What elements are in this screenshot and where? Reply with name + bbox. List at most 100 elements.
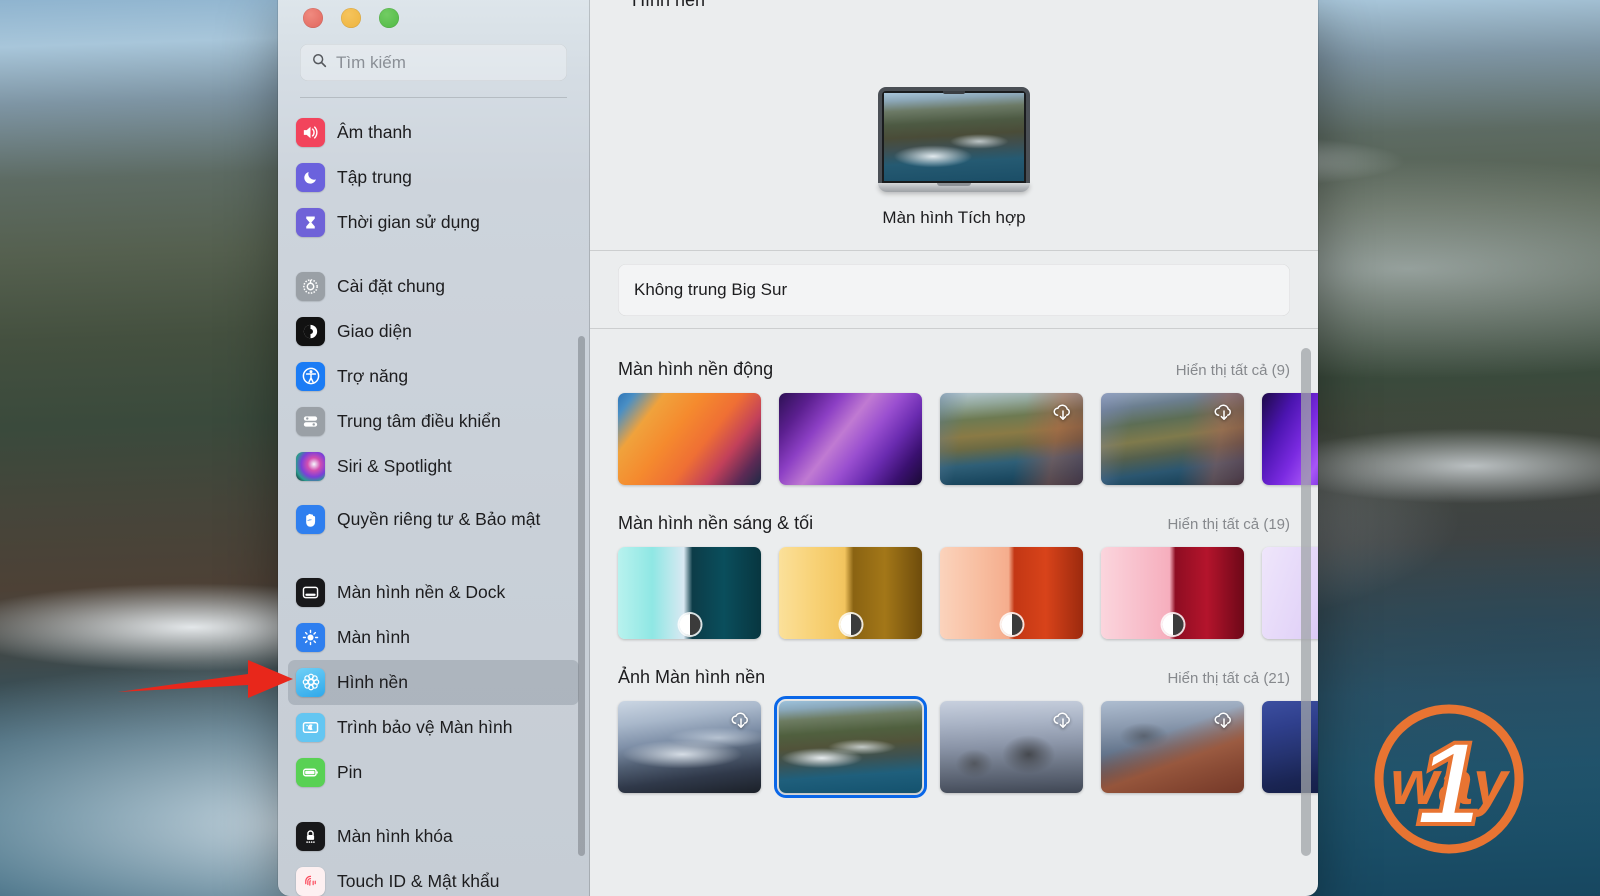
hourglass-icon [296,207,325,237]
download-cloud-icon[interactable] [1051,400,1075,424]
sidebar-item-man-hinh-nen-dock[interactable]: Màn hình nền & Dock [288,570,579,615]
laptop-screen-wallpaper [884,93,1024,181]
wallpaper-thumbnail[interactable] [618,547,761,639]
wallpaper-thumbnail[interactable] [1101,547,1244,639]
sidebar-item-label: Thời gian sử dụng [337,211,480,232]
sidebar-item-label: Trình bảo vệ Màn hình [337,716,513,737]
sidebar-item-label: Giao diện [337,320,412,341]
section-title: Màn hình nền sáng & tối [618,513,814,533]
sidebar-item-label: Touch ID & Mật khẩu [337,870,500,891]
wallpaper-thumbnail[interactable] [779,393,922,485]
gear-icon [296,271,325,301]
thumbnail-row [618,547,1318,639]
section-header: Màn hình nền sáng & tối Hiển thị tất cả … [618,513,1318,534]
sidebar-item-man-hinh-khoa[interactable]: Màn hình khóa [288,814,579,859]
wallpaper-thumbnail[interactable] [618,701,761,793]
laptop-preview[interactable] [878,87,1030,192]
wallpaper-section-photos: Ảnh Màn hình nền Hiển thị tất cả (21) [590,667,1318,798]
download-cloud-icon[interactable] [1051,708,1075,732]
sidebar-item-hinh-nen[interactable]: Hình nền [288,659,579,705]
zoom-button[interactable] [379,8,399,28]
sidebar-item-trung-tam-dieu-khien[interactable]: Trung tâm điều khiển [288,399,579,444]
sidebar-item-tap-trung[interactable]: Tập trung [288,155,579,200]
sidebar-search: Tìm kiếm [278,28,589,98]
wallpaper-thumbnail[interactable] [940,393,1083,485]
wallpaper-thumbnail[interactable] [940,547,1083,639]
download-cloud-icon[interactable] [1212,400,1236,424]
touchid-icon [296,866,325,896]
search-input[interactable]: Tìm kiếm [300,44,567,81]
sidebar-item-cai-dat-chung[interactable]: Cài đặt chung [288,264,579,309]
sidebar-item-pin[interactable]: Pin [288,750,579,795]
sidebar-item-label: Tập trung [337,166,412,187]
sidebar-item-tro-nang[interactable]: Trợ năng [288,354,579,399]
display-name-label: Màn hình Tích hợp [882,208,1026,227]
wallpaper-gallery: Màn hình nền động Hiển thị tất cả (9) Mà… [590,329,1318,896]
wallpaper-icon [296,667,325,697]
sidebar-item-siri-spotlight[interactable]: Siri & Spotlight [288,444,579,489]
close-button[interactable] [303,8,323,28]
sidebar-item-thoi-gian-su-dung[interactable]: Thời gian sử dụng [288,200,579,245]
sidebar-item-label: Trợ năng [337,365,409,386]
wallpaper-thumbnail-selected[interactable] [774,696,927,798]
screensaver-icon [296,712,325,742]
minimize-button[interactable] [341,8,361,28]
desktop-dock-icon [296,577,325,607]
wallpaper-thumbnail[interactable] [618,393,761,485]
sidebar-item-label: Màn hình khóa [337,825,453,846]
battery-icon [296,757,325,787]
moon-icon [296,162,325,192]
download-cloud-icon[interactable] [1212,708,1236,732]
sidebar-item-label: Màn hình [337,626,410,647]
sidebar-item-man-hinh[interactable]: Màn hình [288,615,579,660]
wallpaper-thumbnail[interactable] [1101,393,1244,485]
lock-screen-icon [296,821,325,851]
sidebar: Tìm kiếm Âm thanh Tập trung Thời gian sử… [278,0,590,896]
display-preview-area: Màn hình Tích hợp [590,0,1318,251]
download-cloud-icon[interactable] [729,708,753,732]
search-icon [312,53,327,73]
light-dark-badge-icon [679,614,700,635]
laptop-screen [878,87,1030,183]
sidebar-item-label: Trung tâm điều khiển [337,410,501,431]
sidebar-item-label: Âm thanh [337,121,412,142]
sidebar-item-label: Màn hình nền & Dock [337,581,506,602]
accessibility-icon [296,361,325,391]
sidebar-item-touch-id[interactable]: Touch ID & Mật khẩu [288,859,579,896]
wallpaper-thumbnail[interactable] [1101,701,1244,793]
sidebar-item-trinh-bao-ve-man-hinh[interactable]: Trình bảo vệ Màn hình [288,705,579,750]
light-dark-badge-icon [1162,614,1183,635]
wallpaper-thumbnail[interactable] [940,701,1083,793]
laptop-base [878,183,1030,192]
show-all-link[interactable]: Hiển thị tất cả (19) [1167,516,1290,533]
hand-icon [296,505,325,534]
sidebar-item-giao-dien[interactable]: Giao diện [288,309,579,354]
section-header: Màn hình nền động Hiển thị tất cả (9) [618,359,1318,380]
sidebar-item-label: Cài đặt chung [337,275,445,296]
light-dark-badge-icon [840,614,861,635]
wallpaper-section-light-dark: Màn hình nền sáng & tối Hiển thị tất cả … [590,513,1318,639]
sidebar-item-label: Hình nền [337,671,409,692]
sidebar-item-label: Pin [337,761,363,782]
thumbnail-row [618,696,1318,798]
brightness-icon [296,622,325,652]
sidebar-item-list: Âm thanh Tập trung Thời gian sử dụng Cài… [278,98,589,896]
sidebar-item-am-thanh[interactable]: Âm thanh [288,110,579,155]
main-panel: Hình nền Màn hình Tích hợp Không trung B… [590,0,1318,896]
current-wallpaper-name: Không trung Big Sur [634,279,788,299]
siri-icon [296,451,325,481]
show-all-link[interactable]: Hiển thị tất cả (9) [1176,362,1290,379]
current-wallpaper-field[interactable]: Không trung Big Sur [618,263,1290,316]
watermark-logo: way 1 [1374,704,1524,854]
wallpaper-thumbnail[interactable] [779,547,922,639]
speaker-icon [296,117,325,147]
current-wallpaper-row: Không trung Big Sur [590,251,1318,329]
content-scrollbar[interactable] [1301,348,1311,856]
show-all-link[interactable]: Hiển thị tất cả (21) [1167,670,1290,687]
sidebar-item-quyen-rieng-tu[interactable]: Quyền riêng tư & Bảo mật [288,489,579,551]
sidebar-scrollbar[interactable] [578,336,585,856]
section-header: Ảnh Màn hình nền Hiển thị tất cả (21) [618,667,1318,688]
light-dark-badge-icon [1001,614,1022,635]
